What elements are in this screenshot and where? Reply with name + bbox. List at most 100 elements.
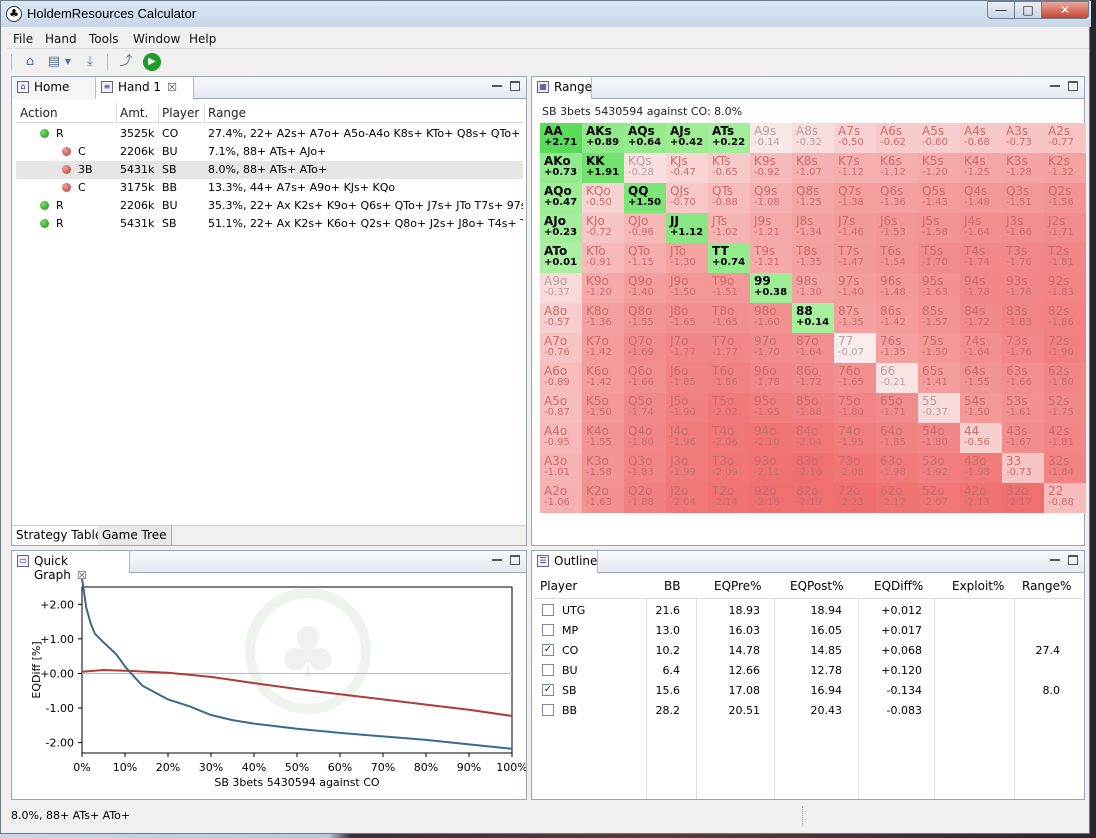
range-cell[interactable]: 64o -1.85 xyxy=(876,423,918,453)
player-checkbox[interactable] xyxy=(542,604,554,616)
range-cell[interactable]: 82o -2.19 xyxy=(792,483,834,513)
range-cell[interactable]: 73o -2.08 xyxy=(834,453,876,483)
range-cell[interactable]: K5o -1.50 xyxy=(582,393,624,423)
range-cell[interactable]: A2s -0.77 xyxy=(1044,123,1086,153)
range-cell[interactable]: K2o -1.63 xyxy=(582,483,624,513)
maximize-button[interactable]: □ xyxy=(1014,1,1042,19)
range-cell[interactable]: 76s -1.35 xyxy=(876,333,918,363)
range-cell[interactable]: 43s -1.67 xyxy=(1002,423,1044,453)
range-cell[interactable]: T7s -1.47 xyxy=(834,243,876,273)
range-cell[interactable]: 74s -1.64 xyxy=(960,333,1002,363)
range-cell[interactable]: JTs -1.02 xyxy=(708,213,750,243)
range-cell[interactable]: 75o -1.80 xyxy=(834,393,876,423)
range-cell[interactable]: J8o -1.65 xyxy=(666,303,708,333)
range-cell[interactable]: J5s -1.58 xyxy=(918,213,960,243)
maximize-icon[interactable] xyxy=(510,555,520,565)
range-cell[interactable]: 62s -1.80 xyxy=(1044,363,1086,393)
minimize-icon[interactable] xyxy=(492,81,502,87)
range-cell[interactable]: 86o -1.72 xyxy=(792,363,834,393)
range-cell[interactable]: 63s -1.66 xyxy=(1002,363,1044,393)
header-player[interactable]: Player xyxy=(540,579,577,593)
range-cell[interactable]: 96s -1.48 xyxy=(876,273,918,303)
range-cell[interactable]: 62o -2.12 xyxy=(876,483,918,513)
range-cell[interactable]: Q4s -1.48 xyxy=(960,183,1002,213)
range-cell[interactable]: 85o -1.88 xyxy=(792,393,834,423)
tab-hand-1[interactable]: ≡ Hand 1 ☒ xyxy=(96,77,194,99)
range-cell[interactable]: ATo +0.01 xyxy=(540,243,582,273)
player-checkbox[interactable]: ✓ xyxy=(542,684,554,696)
range-cell[interactable]: KQo -0.50 xyxy=(582,183,624,213)
range-cell[interactable]: 65o -1.71 xyxy=(876,393,918,423)
range-cell[interactable]: 83o -2.16 xyxy=(792,453,834,483)
close-button[interactable]: ✕ xyxy=(1041,1,1089,19)
range-cell[interactable]: 55 -0.37 xyxy=(918,393,960,423)
range-cell[interactable]: 95o -1.95 xyxy=(750,393,792,423)
range-cell[interactable]: QTs -0.88 xyxy=(708,183,750,213)
range-cell[interactable]: KTo -0.91 xyxy=(582,243,624,273)
range-cell[interactable]: T4s -1.74 xyxy=(960,243,1002,273)
header-range[interactable]: Range xyxy=(208,106,246,120)
tab-range[interactable]: ▦ Range xyxy=(532,77,592,99)
range-cell[interactable]: 87o -1.64 xyxy=(792,333,834,363)
range-cell[interactable]: A8o -0.57 xyxy=(540,303,582,333)
export-icon[interactable]: ⤴ xyxy=(117,53,135,71)
range-cell[interactable]: 93o -2.11 xyxy=(750,453,792,483)
range-cell[interactable]: 54s -1.50 xyxy=(960,393,1002,423)
range-cell[interactable]: T4o -2.06 xyxy=(708,423,750,453)
range-cell[interactable]: 54o -1.80 xyxy=(918,423,960,453)
range-cell[interactable]: 72o -2.23 xyxy=(834,483,876,513)
range-cell[interactable]: 76o -1.65 xyxy=(834,363,876,393)
range-cell[interactable]: T5o -2.02 xyxy=(708,393,750,423)
table-row[interactable]: R 2206k BU 35.3%, 22+ Ax K2s+ K9o+ Q6s+ QTo… xyxy=(16,197,523,215)
range-cell[interactable]: K9s -0.92 xyxy=(750,153,792,183)
minimize-button[interactable]: — xyxy=(987,1,1015,19)
range-cell[interactable]: A6s -0.62 xyxy=(876,123,918,153)
range-cell[interactable]: J9s -1.21 xyxy=(750,213,792,243)
range-cell[interactable]: 83s -1.83 xyxy=(1002,303,1044,333)
range-cell[interactable]: T5s -1.70 xyxy=(918,243,960,273)
range-cell[interactable]: K6s -1.12 xyxy=(876,153,918,183)
header-eqpost[interactable]: EQPost% xyxy=(790,579,844,593)
range-cell[interactable]: J4o -1.96 xyxy=(666,423,708,453)
header-player[interactable]: Player xyxy=(162,106,199,120)
header-action[interactable]: Action xyxy=(20,106,58,120)
range-cell[interactable]: 92o -2.16 xyxy=(750,483,792,513)
range-cell[interactable]: 86s -1.42 xyxy=(876,303,918,333)
range-cell[interactable]: 32o -2.17 xyxy=(1002,483,1044,513)
range-cell[interactable]: Q4o -1.80 xyxy=(624,423,666,453)
chevron-down-icon[interactable]: ▼ xyxy=(63,53,73,71)
range-cell[interactable]: 72s -1.90 xyxy=(1044,333,1086,363)
range-cell[interactable]: J8s -1.34 xyxy=(792,213,834,243)
range-cell[interactable]: J6o -1.85 xyxy=(666,363,708,393)
range-cell[interactable]: J7o -1.77 xyxy=(666,333,708,363)
range-cell[interactable]: QJo -0.96 xyxy=(624,213,666,243)
range-cell[interactable]: Q5o -1.74 xyxy=(624,393,666,423)
table-row[interactable]: ✓ CO 10.2 14.78 14.85 +0.068 27.4 xyxy=(534,641,1082,661)
range-cell[interactable]: A9o -0.37 xyxy=(540,273,582,303)
range-cell[interactable]: 97s -1.40 xyxy=(834,273,876,303)
range-cell[interactable]: A8s -0.32 xyxy=(792,123,834,153)
range-cell[interactable]: AQo +0.47 xyxy=(540,183,582,213)
import-icon[interactable]: ⤓ xyxy=(81,53,99,71)
range-cell[interactable]: KQs -0.28 xyxy=(624,153,666,183)
range-cell[interactable]: Q8s -1.25 xyxy=(792,183,834,213)
range-cell[interactable]: Q5s -1.43 xyxy=(918,183,960,213)
range-cell[interactable]: 92s -1.83 xyxy=(1044,273,1086,303)
range-cell[interactable]: A5o -0.87 xyxy=(540,393,582,423)
range-cell[interactable]: K2s -1.32 xyxy=(1044,153,1086,183)
range-cell[interactable]: T9o -1.51 xyxy=(708,273,750,303)
range-cell[interactable]: 82s -1.86 xyxy=(1044,303,1086,333)
range-cell[interactable]: Q2s -1.56 xyxy=(1044,183,1086,213)
range-cell[interactable]: 52s -1.75 xyxy=(1044,393,1086,423)
range-cell[interactable]: 42o -2.13 xyxy=(960,483,1002,513)
tab-game-tree[interactable]: Game Tree xyxy=(98,526,172,545)
range-cell[interactable]: 65s -1.41 xyxy=(918,363,960,393)
title-bar[interactable]: ♣ HoldemResources Calculator — □ ✕ xyxy=(1,1,1091,27)
range-cell[interactable]: JTo -1.30 xyxy=(666,243,708,273)
range-cell[interactable]: Q3o -1.83 xyxy=(624,453,666,483)
menu-window[interactable]: Window xyxy=(133,32,180,46)
range-cell[interactable]: J4s -1.64 xyxy=(960,213,1002,243)
player-checkbox[interactable] xyxy=(542,704,554,716)
range-cell[interactable]: Q2o -1.88 xyxy=(624,483,666,513)
range-cell[interactable]: K4s -1.25 xyxy=(960,153,1002,183)
